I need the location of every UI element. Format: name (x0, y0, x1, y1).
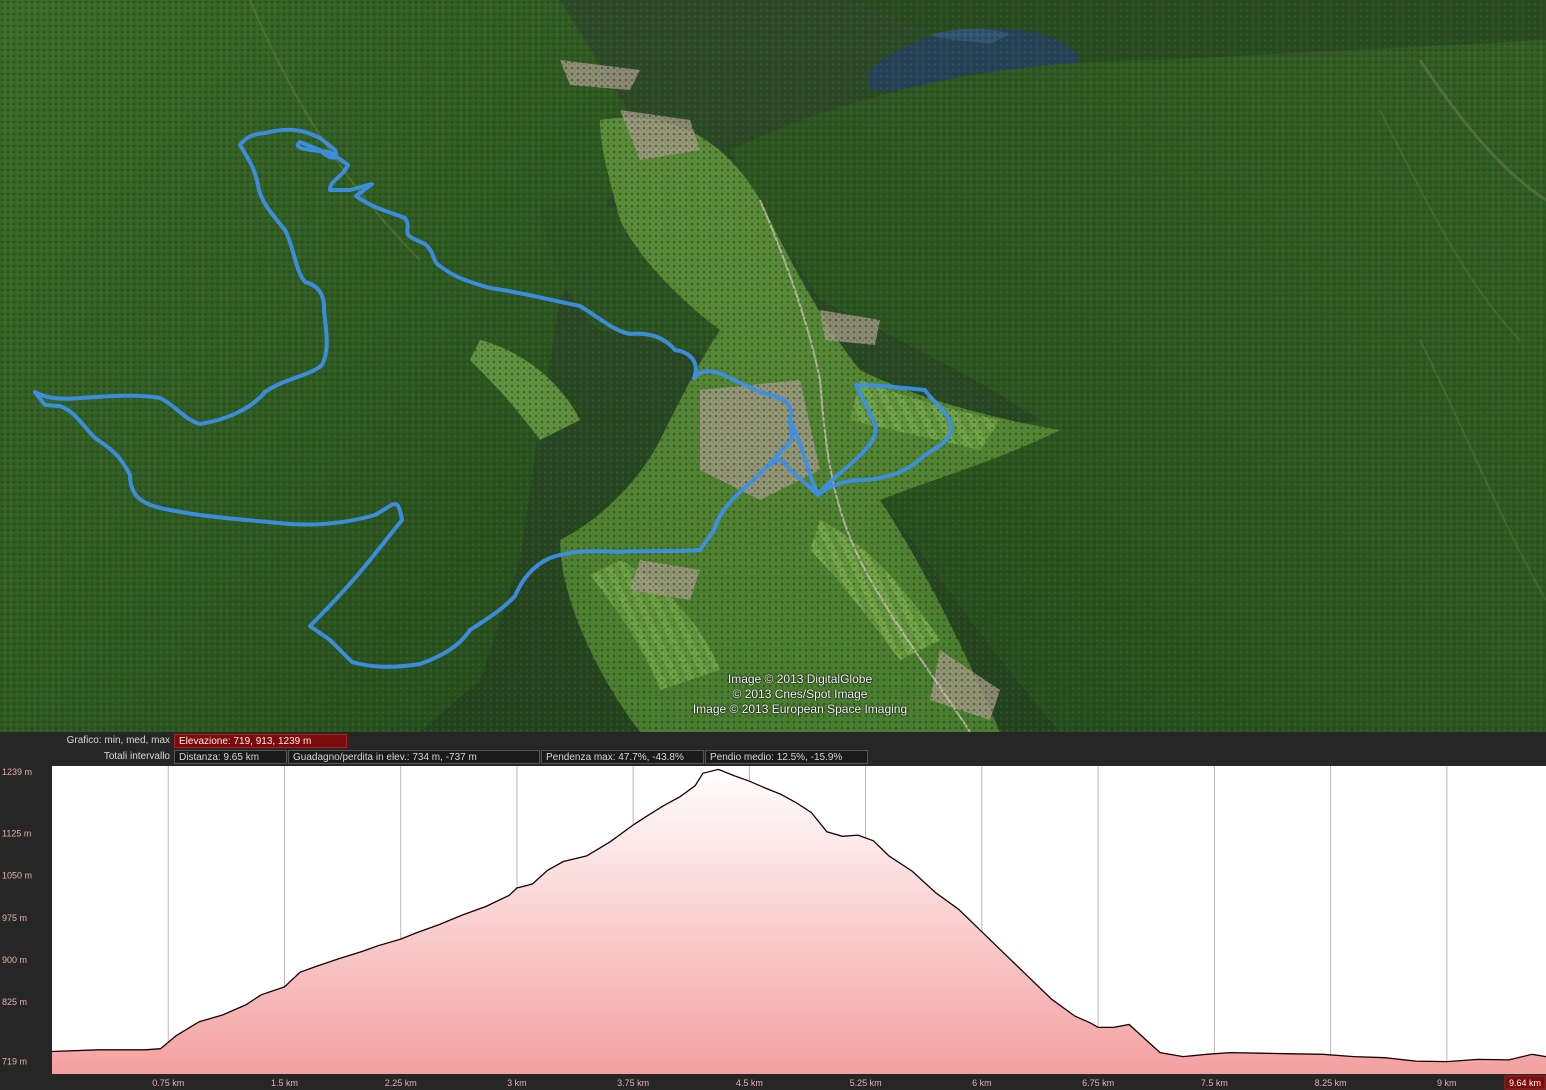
y-tick-label-2: 900 m (2, 955, 27, 965)
y-tick-label-5: 1125 m (2, 828, 31, 838)
imagery-attribution-1: Image © 2013 DigitalGlobe (727, 672, 873, 686)
avg-slope-stat[interactable]: Pendio medio: 12.5%, -15.9% (705, 750, 868, 764)
imagery-attribution-3: Image © 2013 European Space Imaging (692, 702, 908, 716)
x-tick-label-5: 4.5 km (736, 1078, 763, 1088)
x-tick-label-10: 8.25 km (1315, 1078, 1347, 1088)
y-tick-label-1: 825 m (2, 997, 27, 1007)
y-tick-label-4: 1050 m (2, 871, 32, 881)
x-tick-label-6: 5.25 km (850, 1078, 882, 1088)
x-tick-label-11: 9 km (1437, 1078, 1457, 1088)
x-tick-label-0: 0.75 km (152, 1078, 184, 1088)
x-tick-label-2: 2.25 km (385, 1078, 417, 1088)
elevation-stat[interactable]: Elevazione: 719, 913, 1239 m (174, 734, 347, 748)
totals-label: Totali intervallo (103, 751, 170, 762)
terrain-imagery (0, 0, 1546, 732)
end-distance-label: 9.64 km (1509, 1078, 1541, 1088)
elevation-chart[interactable]: 719 m 825 m 900 m 975 m 1050 m 1125 m 1239 m 0… (0, 766, 1546, 1090)
terrain-3d-view[interactable]: Image © 2013 DigitalGlobe © 2013 Cnes/Sp… (0, 0, 1546, 732)
y-tick-label-6: 1239 m (2, 767, 32, 777)
end-distance-marker[interactable]: 9.64 km (1504, 1075, 1546, 1090)
x-tick-label-3: 3 km (507, 1078, 527, 1088)
x-tick-label-4: 3.75 km (617, 1078, 649, 1088)
distance-stat[interactable]: Distanza: 9.65 km (174, 750, 287, 764)
gain-loss-stat[interactable]: Guadagno/perdita in elev.: 734 m, -737 m (288, 750, 540, 764)
imagery-attribution-2: © 2013 Cnes/Spot Image (732, 687, 868, 701)
x-tick-label-9: 7.5 km (1201, 1078, 1228, 1088)
chart-label: Grafico: min, med, max (66, 735, 170, 746)
x-tick-label-8: 6.75 km (1082, 1078, 1114, 1088)
y-tick-label-3: 975 m (2, 913, 27, 923)
y-tick-label-0: 719 m (2, 1057, 27, 1067)
max-slope-stat[interactable]: Pendenza max: 47.7%, -43.8% (541, 750, 704, 764)
x-tick-label-1: 1.5 km (271, 1078, 298, 1088)
x-tick-label-7: 6 km (972, 1078, 992, 1088)
